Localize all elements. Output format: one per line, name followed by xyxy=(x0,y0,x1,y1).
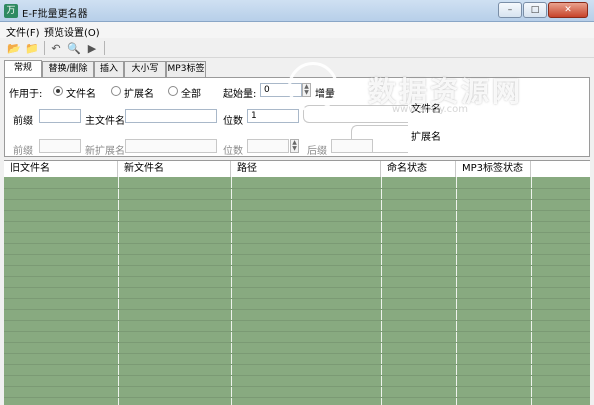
column-path[interactable]: 路径 xyxy=(231,161,381,177)
column-divider xyxy=(231,177,232,405)
tab-general[interactable]: 常规 xyxy=(4,60,42,77)
grid-row-line xyxy=(4,199,590,200)
grid-row-line xyxy=(4,397,590,398)
toolbar-separator xyxy=(104,41,105,55)
grid-row-line xyxy=(4,342,590,343)
grid-row-line xyxy=(4,375,590,376)
title-bar: 万 E-F批量更名器 – □ ✕ xyxy=(0,0,594,22)
prefix-label: 前缀 xyxy=(13,116,33,127)
minimize-button[interactable]: – xyxy=(498,2,522,18)
digits-input[interactable]: 1 xyxy=(247,109,299,123)
ext-prefix-input[interactable] xyxy=(39,139,81,153)
column-divider xyxy=(381,177,382,405)
watermark-logo-icon xyxy=(288,62,338,112)
menu-file[interactable]: 文件(F) xyxy=(6,24,40,39)
menu-bar: 文件(F) 预览设置(O) xyxy=(0,22,594,39)
window-controls: – □ ✕ xyxy=(498,2,588,18)
grid-row-line xyxy=(4,265,590,266)
open-folder-icon[interactable]: 📂 xyxy=(6,41,22,55)
group-extension-label: 扩展名 xyxy=(411,132,441,143)
start-label: 起始量: xyxy=(223,89,257,100)
new-extension-label: 新扩展名 xyxy=(85,146,125,157)
grid-row-line xyxy=(4,243,590,244)
grid-row-line xyxy=(4,364,590,365)
maximize-button[interactable]: □ xyxy=(523,2,547,18)
toolbar: 📂 📁 ↶ 🔍 ▶ xyxy=(0,38,594,58)
tab-case[interactable]: 大小写 xyxy=(124,61,166,77)
radio-filename-label: 文件名 xyxy=(66,89,96,100)
grid-body[interactable] xyxy=(4,177,590,405)
grid-row-line xyxy=(4,254,590,255)
play-icon[interactable]: ▶ xyxy=(84,41,100,55)
grid-row-line xyxy=(4,221,590,222)
grid-row-line xyxy=(4,210,590,211)
column-divider xyxy=(118,177,119,405)
grid-row-line xyxy=(4,298,590,299)
new-extension-input[interactable] xyxy=(125,139,217,153)
suffix-label: 后缀 xyxy=(307,146,327,157)
radio-all-label: 全部 xyxy=(181,89,201,100)
suffix-input[interactable] xyxy=(331,139,373,153)
main-name-label: 主文件名 xyxy=(85,116,125,127)
tab-mp3-tags[interactable]: MP3标签 xyxy=(166,61,206,77)
file-list-grid[interactable]: 旧文件名 新文件名 路径 命名状态 MP3标签状态 xyxy=(4,160,590,405)
grid-row-line xyxy=(4,232,590,233)
radio-extension[interactable] xyxy=(111,86,121,96)
column-divider xyxy=(531,177,532,405)
menu-preview-settings[interactable]: 预览设置(O) xyxy=(44,24,100,39)
radio-filename[interactable] xyxy=(53,86,63,96)
grid-row-line xyxy=(4,386,590,387)
radio-all[interactable] xyxy=(168,86,178,96)
grid-row-line xyxy=(4,309,590,310)
grid-row-line xyxy=(4,188,590,189)
ext-digits-label: 位数 xyxy=(223,146,243,157)
grid-row-line xyxy=(4,320,590,321)
column-old-name[interactable]: 旧文件名 xyxy=(4,161,118,177)
digits-label: 位数 xyxy=(223,116,243,127)
window-title: E-F批量更名器 xyxy=(22,9,88,20)
ext-digits-input[interactable] xyxy=(247,139,289,153)
column-new-name[interactable]: 新文件名 xyxy=(118,161,231,177)
grid-row-line xyxy=(4,353,590,354)
grid-row-line xyxy=(4,331,590,332)
toolbar-separator xyxy=(44,41,45,55)
radio-extension-label: 扩展名 xyxy=(124,89,154,100)
column-mp3-tag-status[interactable]: MP3标签状态 xyxy=(456,161,531,177)
search-icon[interactable]: 🔍 xyxy=(66,41,82,55)
tab-replace-delete[interactable]: 替换/删除 xyxy=(42,61,94,77)
ext-digits-spinner[interactable]: ▲ ▼ xyxy=(290,139,299,153)
grid-row-line xyxy=(4,287,590,288)
apply-to-label: 作用于: xyxy=(9,89,43,100)
prefix-input[interactable] xyxy=(39,109,81,123)
column-rename-status[interactable]: 命名状态 xyxy=(381,161,456,177)
open-file-icon[interactable]: 📁 xyxy=(24,41,40,55)
tab-insert[interactable]: 插入 xyxy=(94,61,124,77)
app-icon: 万 xyxy=(4,4,18,18)
watermark-url: www.smzy.com xyxy=(392,104,469,115)
main-name-input[interactable] xyxy=(125,109,217,123)
grid-header: 旧文件名 新文件名 路径 命名状态 MP3标签状态 xyxy=(4,161,590,178)
close-button[interactable]: ✕ xyxy=(548,2,588,18)
ext-prefix-label: 前缀 xyxy=(13,146,33,157)
grid-row-line xyxy=(4,276,590,277)
undo-icon[interactable]: ↶ xyxy=(48,41,64,55)
column-divider xyxy=(456,177,457,405)
